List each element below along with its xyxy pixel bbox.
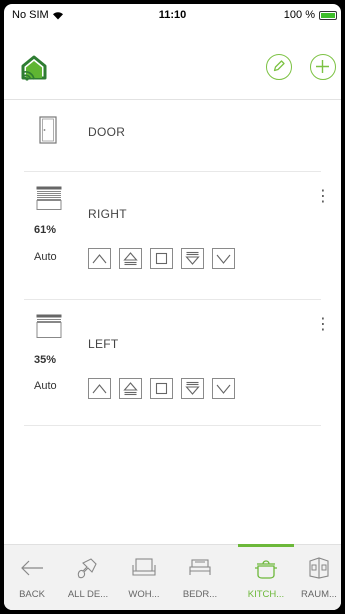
- status-right: 100 %: [284, 9, 337, 21]
- more-options-icon[interactable]: ⋮: [315, 189, 331, 205]
- battery-fill: [321, 12, 335, 18]
- shutter-position: 61%: [34, 224, 57, 236]
- shutter-close-full-button[interactable]: [181, 248, 204, 269]
- shutter-stop-button[interactable]: [150, 248, 173, 269]
- shutter-position: 35%: [34, 354, 57, 366]
- shutter-up-button[interactable]: [88, 248, 111, 269]
- shutter-controls: [88, 248, 235, 269]
- tab-label: WOH...: [128, 589, 160, 600]
- down-from-line-icon: [185, 251, 200, 265]
- device-row-door[interactable]: DOOR: [24, 108, 321, 172]
- down-from-line-icon: [185, 381, 200, 395]
- battery-percent: 100 %: [283, 9, 315, 21]
- room-icon: [309, 557, 329, 579]
- up-to-line-icon: [123, 252, 138, 266]
- device-row-left[interactable]: 35% Auto LEFT ⋮: [24, 300, 331, 426]
- shutter-up-button[interactable]: [88, 378, 111, 399]
- device-name: DOOR: [88, 125, 126, 139]
- down-arrow-icon: [216, 254, 231, 264]
- plus-icon: [316, 60, 329, 73]
- tab-all-devices[interactable]: ALL DE...: [60, 545, 116, 610]
- tab-icon-wrap: [60, 555, 116, 581]
- shutter-icon: [36, 314, 62, 338]
- shutter-close-full-button[interactable]: [181, 378, 204, 399]
- battery-icon: [319, 10, 337, 20]
- add-button[interactable]: [310, 54, 336, 80]
- active-tab-indicator: [238, 544, 294, 547]
- device-row-right[interactable]: 61% Auto RIGHT ⋮: [24, 172, 331, 300]
- tab-raum[interactable]: RAUM...: [294, 545, 341, 610]
- back-arrow-icon: [21, 560, 43, 576]
- tab-label: ALL DE...: [67, 589, 109, 600]
- app-screen: No SIM 11:10 100 % DOOR 61% Auto RIGHT ⋮…: [4, 4, 341, 610]
- more-options-icon[interactable]: ⋮: [315, 317, 331, 333]
- tab-back[interactable]: BACK: [4, 545, 60, 610]
- down-arrow-icon: [216, 384, 231, 394]
- tab-wohnzimmer[interactable]: WOH...: [116, 545, 172, 610]
- shutter-mode: Auto: [34, 380, 57, 392]
- tab-label: RAUM...: [301, 589, 337, 600]
- shutter-open-full-button[interactable]: [119, 378, 142, 399]
- tab-icon-wrap: [294, 555, 341, 581]
- device-name: LEFT: [88, 337, 119, 351]
- stop-square-icon: [155, 382, 168, 395]
- up-to-line-icon: [123, 382, 138, 396]
- tab-label: KITCH...: [247, 589, 285, 600]
- status-bar: No SIM 11:10 100 %: [4, 4, 341, 26]
- app-header: [4, 26, 341, 100]
- tab-icon-wrap: [4, 555, 60, 581]
- device-name: RIGHT: [88, 207, 127, 221]
- shutter-controls: [88, 378, 235, 399]
- shutter-stop-button[interactable]: [150, 378, 173, 399]
- tab-kitchen[interactable]: KITCH...: [238, 544, 294, 610]
- shutter-mode: Auto: [34, 251, 57, 263]
- up-arrow-icon: [92, 254, 107, 264]
- tab-icon-wrap: [172, 555, 228, 581]
- tab-icon-wrap: [116, 555, 172, 581]
- bed-icon: [189, 559, 211, 575]
- room-tab-bar: BACK ALL DE... WOH... BEDR... KITCH... R…: [4, 544, 341, 610]
- shutter-icon: [36, 186, 62, 210]
- edit-button[interactable]: [266, 54, 292, 80]
- door-icon: [39, 116, 57, 144]
- tab-icon-wrap: [238, 555, 294, 581]
- tab-label: BEDR...: [182, 589, 218, 600]
- shutter-down-button[interactable]: [212, 248, 235, 269]
- tab-bedroom[interactable]: BEDR...: [172, 545, 228, 610]
- shutter-down-button[interactable]: [212, 378, 235, 399]
- pencil-icon: [273, 60, 285, 72]
- stop-square-icon: [155, 252, 168, 265]
- up-arrow-icon: [92, 384, 107, 394]
- home-wifi-logo-icon: [21, 55, 47, 81]
- plug-icon: [77, 558, 97, 579]
- armchair-icon: [132, 558, 156, 576]
- tab-label: BACK: [19, 589, 45, 600]
- cooking-pot-icon: [255, 560, 277, 579]
- shutter-open-full-button[interactable]: [119, 248, 142, 269]
